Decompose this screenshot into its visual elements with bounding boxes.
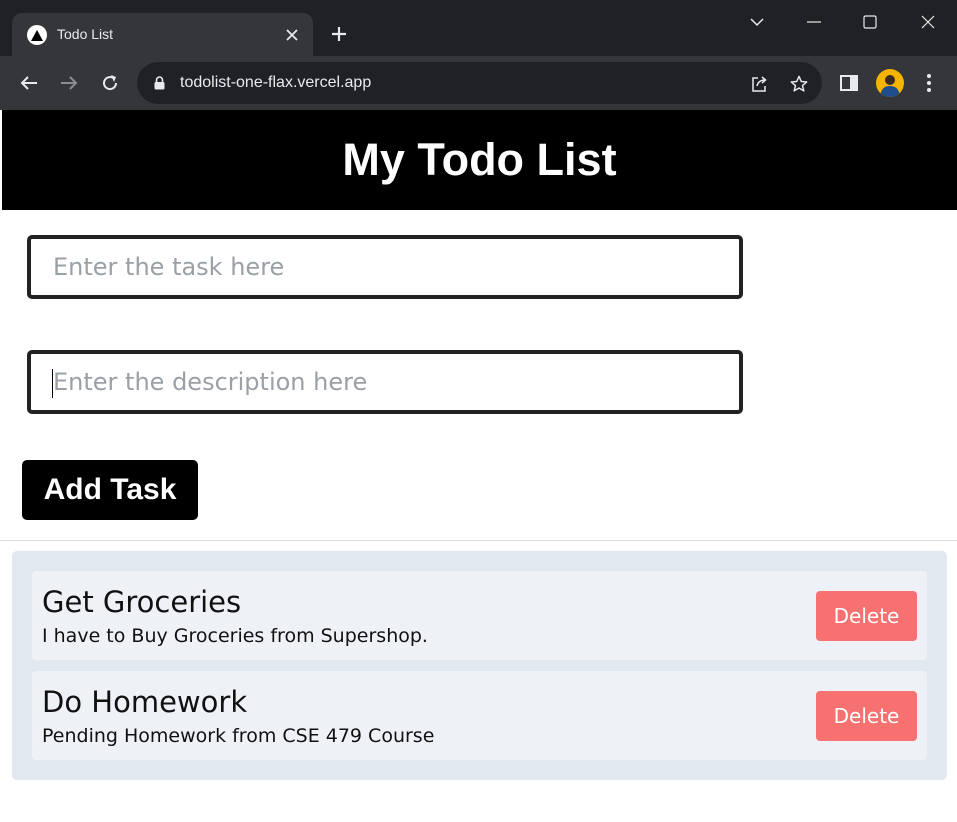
new-tab-icon[interactable] [325,20,353,48]
delete-button[interactable]: Delete [816,591,917,641]
delete-button[interactable]: Delete [816,691,917,741]
description-input[interactable] [27,350,743,414]
bookmark-star-icon[interactable] [786,71,812,97]
todo-description: I have to Buy Groceries from Supershop. [42,625,428,647]
address-bar[interactable]: todolist-one-flax.vercel.app [137,62,822,104]
todo-item: Get Groceries I have to Buy Groceries fr… [32,571,927,660]
page-header: My Todo List [2,110,957,210]
lock-icon[interactable] [151,75,167,91]
todo-list: Get Groceries I have to Buy Groceries fr… [12,551,947,780]
text-cursor [52,369,53,398]
vercel-favicon-icon [27,25,47,45]
more-menu-icon[interactable] [913,67,945,99]
page-title: My Todo List [342,134,617,185]
tab-strip: Todo List [0,0,957,56]
close-window-icon[interactable] [911,6,945,38]
todo-description: Pending Homework from CSE 479 Course [42,725,435,747]
maximize-icon[interactable] [853,6,887,38]
browser-toolbar: todolist-one-flax.vercel.app [0,56,957,110]
profile-avatar[interactable] [876,69,904,97]
share-icon[interactable] [746,71,772,97]
forward-arrow-icon[interactable] [53,67,85,99]
reload-icon[interactable] [94,67,126,99]
browser-tab[interactable]: Todo List [12,13,313,56]
minimize-icon[interactable] [797,6,831,38]
back-arrow-icon[interactable] [13,67,45,99]
add-task-button[interactable]: Add Task [22,460,198,520]
side-panel-icon[interactable] [833,67,865,99]
url-text: todolist-one-flax.vercel.app [180,74,372,91]
tab-search-chevron-down-icon[interactable] [740,6,774,38]
close-tab-icon[interactable] [280,23,304,47]
task-input[interactable] [27,235,743,299]
todo-title: Get Groceries [42,585,242,619]
divider [0,540,957,541]
todo-item: Do Homework Pending Homework from CSE 47… [32,671,927,760]
browser-chrome: Todo List todolist-one-flax.vercel.app [0,0,957,110]
todo-title: Do Homework [42,685,248,719]
tab-title: Todo List [57,26,114,42]
